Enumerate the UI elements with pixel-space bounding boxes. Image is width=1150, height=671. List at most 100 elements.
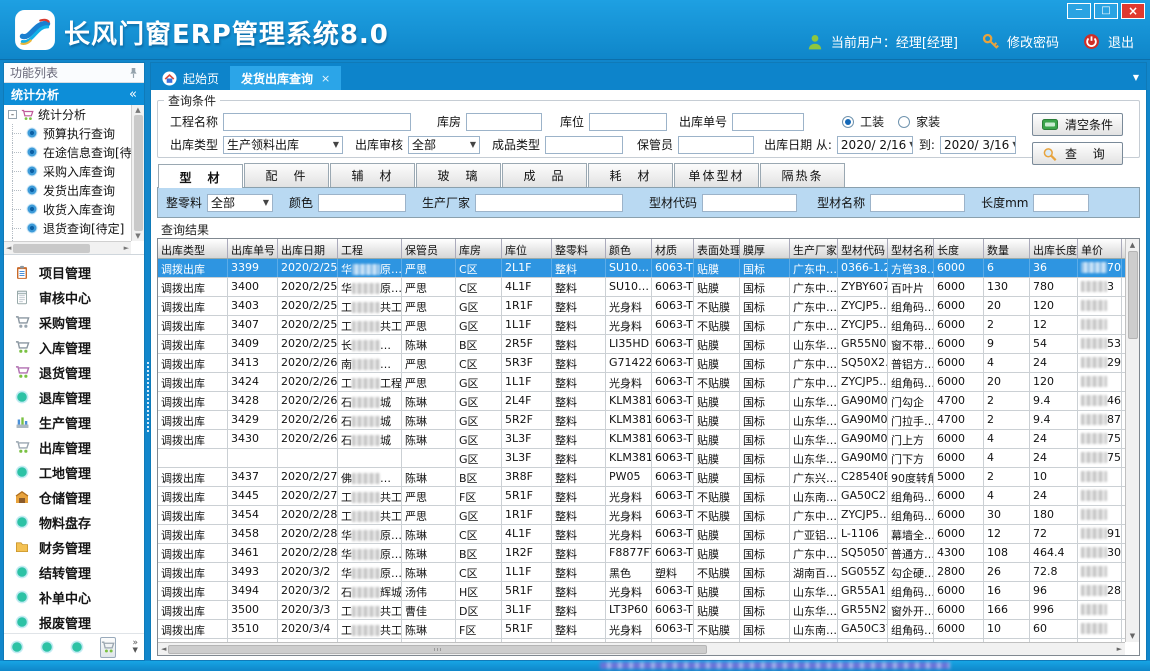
sidebar-menu-item[interactable]: 补单中心 <box>4 585 144 610</box>
sidebar-menu-item[interactable]: 退库管理 <box>4 385 144 410</box>
table-row[interactable]: 调拨出库34582020/2/28华原…陈琳C区4L1F整料光身料6063-T5… <box>158 525 1125 544</box>
scroll-down-icon[interactable]: ▼ <box>135 232 140 240</box>
table-row[interactable]: 调拨出库34372020/2/27佛…陈琳B区3R8F整料PW056063-T5… <box>158 468 1125 487</box>
material-tab[interactable]: 单体型材 <box>674 163 759 187</box>
change-password-link[interactable]: 修改密码 <box>1007 32 1059 51</box>
column-header[interactable]: 出库日期 <box>278 239 338 258</box>
column-header[interactable]: 材质 <box>652 239 694 258</box>
column-header[interactable]: 保管员 <box>402 239 456 258</box>
column-header[interactable]: 出库单号 <box>228 239 278 258</box>
tab-shipment-outbound-query[interactable]: 发货出库查询 × <box>230 66 341 90</box>
sidebar-menu-item[interactable]: 审核中心 <box>4 285 144 310</box>
filter-input[interactable] <box>1033 194 1089 212</box>
column-header[interactable]: 表面处理 <box>694 239 740 258</box>
clear-conditions-button[interactable]: 清空条件 <box>1032 113 1123 136</box>
table-row[interactable]: 调拨出库34282020/2/26石城陈琳G区2L4F整料KLM38176063… <box>158 392 1125 411</box>
query-input[interactable] <box>589 113 667 131</box>
query-input[interactable] <box>223 113 411 131</box>
table-horizontal-scrollbar[interactable]: ◄ ► <box>158 642 1125 655</box>
tree-root[interactable]: - 统计分析 <box>4 105 144 124</box>
column-header[interactable]: 出库长度 <box>1030 239 1078 258</box>
footer-cart-button[interactable] <box>100 637 116 658</box>
tree-item[interactable]: 采购入库查询 <box>4 162 144 181</box>
material-tab[interactable]: 隔热条 <box>760 163 845 187</box>
query-input[interactable] <box>545 136 623 154</box>
column-header[interactable]: 整零料 <box>552 239 606 258</box>
column-header[interactable]: 出库类型 <box>158 239 228 258</box>
material-tab[interactable]: 型 材 <box>158 164 243 188</box>
table-row[interactable]: 调拨出库34612020/2/28华原…陈琳B区1R2F整料F8877FT606… <box>158 544 1125 563</box>
table-row[interactable]: 调拨出库34242020/2/26工工程严思G区1L1F整料光身料6063-T5… <box>158 373 1125 392</box>
table-row[interactable]: 调拨出库33992020/2/25华原…严思C区2L1F整料SU10…6063-… <box>158 259 1125 278</box>
column-header[interactable]: 单价 <box>1078 239 1122 258</box>
material-tab[interactable]: 成 品 <box>502 163 587 187</box>
table-row[interactable]: 调拨出库35002020/3/3工共工程曹佳D区3L1F整料LT3P606063… <box>158 601 1125 620</box>
column-header[interactable]: 工程 <box>338 239 402 258</box>
scroll-up-icon[interactable]: ▲ <box>1130 241 1135 249</box>
column-header[interactable]: 型材代码 <box>838 239 888 258</box>
sidebar-menu-item[interactable]: 入库管理 <box>4 335 144 360</box>
circle-icon[interactable] <box>40 640 54 654</box>
scroll-left-icon[interactable]: ◄ <box>6 244 11 252</box>
query-input[interactable] <box>466 113 542 131</box>
section-header-statistics[interactable]: 统计分析 « <box>4 83 144 105</box>
maximize-button[interactable]: □ <box>1094 3 1118 19</box>
tree-expand-icon[interactable]: - <box>8 110 17 119</box>
column-header[interactable]: 膜厚 <box>740 239 790 258</box>
scroll-thumb[interactable] <box>168 645 706 654</box>
radio-jiazhuang[interactable] <box>898 116 910 128</box>
sidebar-menu-item[interactable]: 采购管理 <box>4 310 144 335</box>
table-row[interactable]: 调拨出库34942020/3/2石辉城汤伟H区5R1F整料光身料6063-T5贴… <box>158 582 1125 601</box>
column-header[interactable]: 颜色 <box>606 239 652 258</box>
table-vertical-scrollbar[interactable]: ▲ ▼ <box>1125 239 1139 642</box>
filter-input[interactable] <box>318 194 406 212</box>
tree-item[interactable]: 退货查询[待定] <box>4 219 144 238</box>
table-row[interactable]: 调拨出库34002020/2/25华原…严思C区4L1F整料SU10…6063-… <box>158 278 1125 297</box>
table-row[interactable]: G区3L3F整料KLM38176063-T5贴膜国标山东华…GA90M09…门下… <box>158 449 1125 468</box>
circle-icon[interactable] <box>70 640 84 654</box>
table-row[interactable]: 调拨出库34132020/2/26南…严思C区5R3F整料G714226063-… <box>158 354 1125 373</box>
column-header[interactable]: 库位 <box>502 239 552 258</box>
sidebar-menu-item[interactable]: 退货管理 <box>4 360 144 385</box>
table-row[interactable]: 调拨出库34452020/2/27工共工程严思F区5R1F整料光身料6063-T… <box>158 487 1125 506</box>
tree-item[interactable]: 预算执行查询 <box>4 124 144 143</box>
footer-overflow-button[interactable]: » ▼ <box>132 640 138 654</box>
query-input[interactable] <box>732 113 804 131</box>
tree-item[interactable]: 收货入库查询 <box>4 200 144 219</box>
pin-icon[interactable] <box>129 67 138 79</box>
table-row[interactable]: 调拨出库34072020/2/25工共工程严思G区1L1F整料光身料6063-T… <box>158 316 1125 335</box>
table-row[interactable]: 调拨出库34032020/2/25工共工程严思G区1R1F整料光身料6063-T… <box>158 297 1125 316</box>
column-header[interactable]: 数量 <box>984 239 1030 258</box>
tab-overflow-icon[interactable]: ▼ <box>1133 73 1139 82</box>
query-select[interactable]: 生产领料出库▼ <box>223 136 343 154</box>
tab-home[interactable]: 起始页 <box>151 66 230 90</box>
filter-input[interactable] <box>475 194 623 212</box>
column-header[interactable]: 型材名称 <box>888 239 934 258</box>
table-row[interactable]: 调拨出库34932020/3/2华原…陈琳C区1L1F整料黑色塑料不贴膜国标湖南… <box>158 563 1125 582</box>
table-row[interactable]: 调拨出库34092020/2/25长…陈琳B区2R5F整料LI35HD6063-… <box>158 335 1125 354</box>
filter-input[interactable] <box>870 194 965 212</box>
logout-link[interactable]: 退出 <box>1108 32 1134 51</box>
table-row[interactable]: 调拨出库34302020/2/26石城陈琳G区3L3F整料KLM38176063… <box>158 430 1125 449</box>
column-header[interactable]: 生产厂家 <box>790 239 838 258</box>
sidebar-menu-item[interactable]: 生产管理 <box>4 410 144 435</box>
scroll-down-icon[interactable]: ▼ <box>1130 632 1135 640</box>
scroll-thumb[interactable] <box>13 244 89 253</box>
tree-item[interactable]: 发货出库查询 <box>4 181 144 200</box>
material-tab[interactable]: 玻 璃 <box>416 163 501 187</box>
tree-horizontal-scrollbar[interactable]: ◄ ► <box>4 241 131 254</box>
radio-gongzhuang[interactable] <box>842 116 854 128</box>
sidebar-menu-item[interactable]: 工地管理 <box>4 460 144 485</box>
circle-icon[interactable] <box>10 640 24 654</box>
sidebar-menu-item[interactable]: 出库管理 <box>4 435 144 460</box>
material-tab[interactable]: 辅 材 <box>330 163 415 187</box>
table-row[interactable]: 调拨出库34542020/2/28工共工程严思G区1R1F整料光身料6063-T… <box>158 506 1125 525</box>
material-tab[interactable]: 耗 材 <box>588 163 673 187</box>
filter-input[interactable] <box>702 194 797 212</box>
scroll-right-icon[interactable]: ► <box>124 244 129 252</box>
tree-vertical-scrollbar[interactable]: ▲ ▼ <box>131 105 144 241</box>
minimize-button[interactable]: ─ <box>1067 3 1091 19</box>
scroll-thumb[interactable] <box>1128 251 1138 339</box>
sidebar-menu-item[interactable]: 项目管理 <box>4 260 144 285</box>
sidebar-menu-item[interactable]: 仓储管理 <box>4 485 144 510</box>
